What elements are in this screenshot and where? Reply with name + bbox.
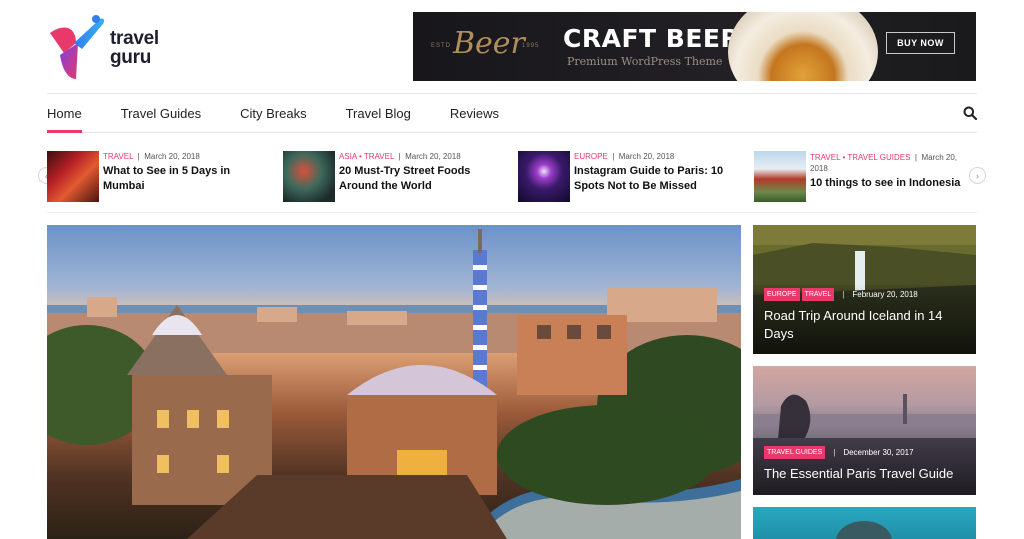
ad-year: 1995 bbox=[522, 43, 540, 49]
hero-illustration bbox=[47, 229, 741, 539]
card-meta: EUROPE TRAVEL | February 20, 2018 bbox=[764, 288, 918, 301]
site-name-line1: travel bbox=[110, 28, 159, 49]
site-name: travel guru bbox=[110, 29, 159, 67]
ticker-category[interactable]: ASIA • TRAVEL bbox=[339, 152, 394, 161]
category-badge[interactable]: TRAVEL bbox=[801, 288, 835, 301]
ticker-meta: EUROPE | March 20, 2018 bbox=[574, 152, 675, 161]
search-icon[interactable] bbox=[963, 106, 977, 120]
news-ticker: TRAVEL | March 20, 2018 What to See in 5… bbox=[47, 151, 960, 203]
nav-item-reviews[interactable]: Reviews bbox=[450, 94, 499, 132]
card-meta: TRAVEL GUIDES | December 30, 2017 bbox=[764, 446, 914, 459]
ticker-title[interactable]: Instagram Guide to Paris: 10 Spots Not t… bbox=[574, 164, 734, 194]
ticker-title[interactable]: What to See in 5 Days in Mumbai bbox=[103, 164, 263, 194]
ticker-meta: TRAVEL | March 20, 2018 bbox=[103, 152, 200, 161]
ticker-next-button[interactable]: › bbox=[969, 167, 986, 184]
ad-title: CRAFT BEER bbox=[563, 24, 741, 53]
ticker-date: March 20, 2018 bbox=[144, 152, 200, 161]
ad-buy-now-button[interactable]: BUY NOW bbox=[886, 32, 955, 54]
card-title[interactable]: Road Trip Around Iceland in 14 Days bbox=[764, 307, 964, 343]
ticker-title[interactable]: 10 things to see in Indonesia bbox=[810, 176, 970, 191]
ad-estd: ESTD bbox=[431, 43, 452, 49]
card-date: December 30, 2017 bbox=[843, 448, 914, 457]
ticker-category[interactable]: TRAVEL • TRAVEL GUIDES bbox=[810, 153, 910, 162]
ticker-meta: ASIA • TRAVEL | March 20, 2018 bbox=[339, 152, 461, 161]
ticker-thumbnail[interactable] bbox=[754, 151, 806, 202]
nav-item-city-breaks[interactable]: City Breaks bbox=[240, 94, 306, 132]
side-post-card[interactable] bbox=[753, 507, 976, 539]
card-date: February 20, 2018 bbox=[852, 290, 918, 299]
ticker-category[interactable]: TRAVEL bbox=[103, 152, 133, 161]
ticker-thumbnail[interactable] bbox=[283, 151, 335, 202]
side-post-card[interactable]: EUROPE TRAVEL | February 20, 2018 Road T… bbox=[753, 225, 976, 354]
side-post-card[interactable]: TRAVEL GUIDES | December 30, 2017 The Es… bbox=[753, 366, 976, 495]
ticker-date: March 20, 2018 bbox=[405, 152, 461, 161]
site-name-line2: guru bbox=[110, 47, 152, 68]
ad-banner[interactable]: ESTD Beer 1995 CRAFT BEER Premium WordPr… bbox=[413, 12, 976, 81]
ticker-meta: TRAVEL • TRAVEL GUIDES | March 20, 2018 bbox=[810, 153, 958, 173]
nav-item-travel-guides[interactable]: Travel Guides bbox=[121, 94, 201, 132]
ticker-divider bbox=[47, 212, 977, 213]
ticker-category[interactable]: EUROPE bbox=[574, 152, 608, 161]
card-overlay bbox=[753, 425, 976, 495]
main-nav: Home Travel Guides City Breaks Travel Bl… bbox=[47, 93, 977, 133]
featured-hero-image[interactable] bbox=[47, 225, 741, 539]
ticker-date: March 20, 2018 bbox=[618, 152, 675, 161]
nav-item-home[interactable]: Home bbox=[47, 94, 82, 133]
ticker-title[interactable]: 20 Must-Try Street Foods Around the Worl… bbox=[339, 164, 499, 194]
ad-subtitle: Premium WordPress Theme bbox=[567, 55, 723, 68]
plane-logo-icon bbox=[50, 15, 105, 79]
buddha-image bbox=[836, 521, 892, 539]
ad-script-text: Beer bbox=[453, 26, 525, 61]
card-title[interactable]: The Essential Paris Travel Guide bbox=[764, 465, 964, 483]
nav-item-travel-blog[interactable]: Travel Blog bbox=[346, 94, 411, 132]
ticker-thumbnail[interactable] bbox=[518, 151, 570, 202]
site-logo[interactable]: travel guru bbox=[46, 12, 176, 84]
chevron-right-icon: › bbox=[976, 170, 979, 181]
ticker-thumbnail[interactable] bbox=[47, 151, 99, 202]
category-badge[interactable]: EUROPE bbox=[764, 288, 800, 301]
beer-glass-image bbox=[728, 12, 878, 81]
category-badge[interactable]: TRAVEL GUIDES bbox=[764, 446, 826, 459]
